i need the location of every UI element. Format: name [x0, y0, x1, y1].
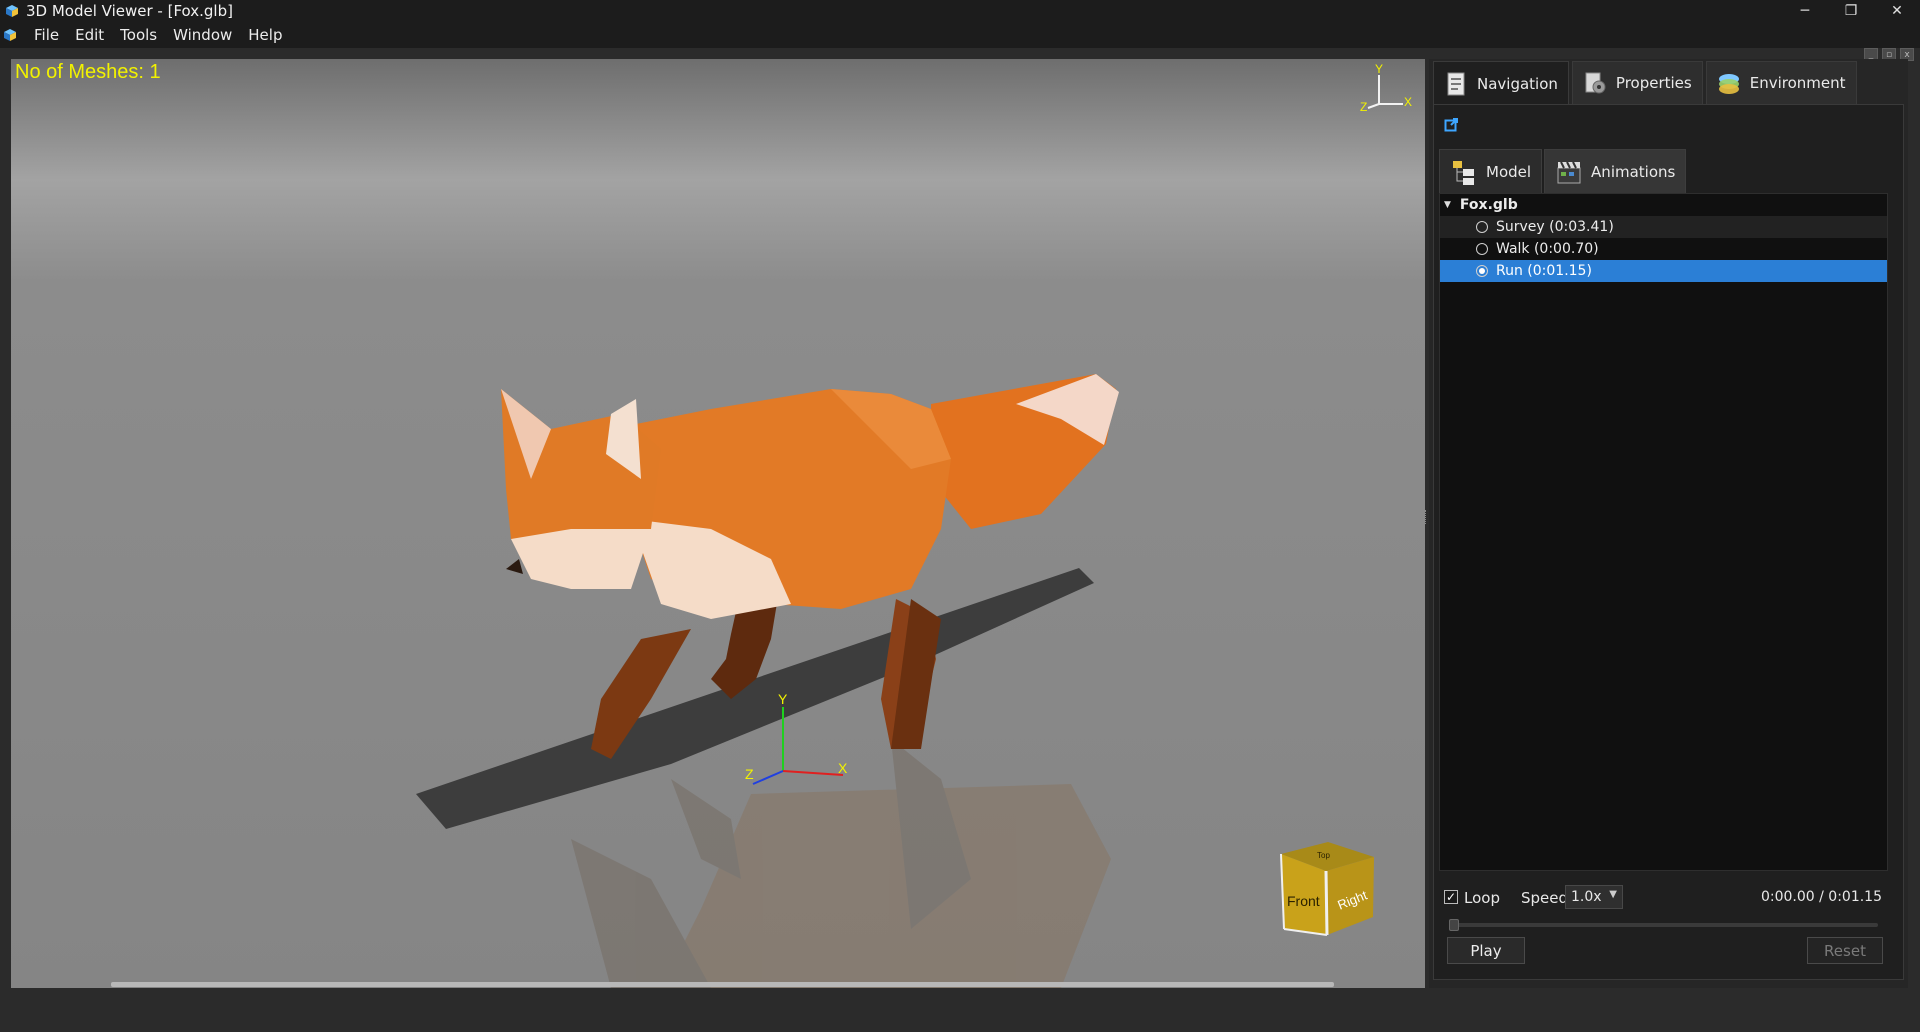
animation-walk-label: Walk (0:00.70) — [1496, 241, 1599, 257]
radio-walk[interactable] — [1476, 243, 1488, 255]
play-button[interactable]: Play — [1447, 937, 1525, 964]
radio-run[interactable] — [1476, 265, 1488, 277]
navigation-tab-content: Model Animations ▼ Fox.glb Survey (0:03.… — [1433, 104, 1904, 980]
menu-tools[interactable]: Tools — [112, 26, 165, 44]
axis-x-label: X — [838, 760, 848, 776]
properties-gear-icon — [1585, 72, 1606, 94]
close-button[interactable]: ✕ — [1874, 0, 1920, 22]
clapperboard-icon — [1557, 161, 1581, 183]
animation-run-label: Run (0:01.15) — [1496, 263, 1592, 279]
tab-navigation[interactable]: Navigation — [1433, 61, 1569, 105]
speed-label: Speed — [1521, 889, 1569, 907]
tab-environment[interactable]: Environment — [1705, 61, 1857, 104]
expand-arrow-icon[interactable]: ▼ — [1444, 200, 1451, 210]
animation-item-survey[interactable]: Survey (0:03.41) — [1440, 216, 1887, 238]
axis-y-label: Y — [778, 691, 788, 707]
side-panel: Navigation Properties Environment Model … — [1429, 59, 1908, 988]
axis-z-label: Z — [745, 766, 754, 782]
window-title: 3D Model Viewer - [Fox.glb] — [26, 2, 233, 20]
tab-animations-label: Animations — [1591, 162, 1676, 181]
menu-file[interactable]: File — [26, 26, 67, 44]
view-cube-front-label: Front — [1287, 893, 1320, 909]
environment-layers-icon — [1718, 74, 1739, 94]
radio-survey[interactable] — [1476, 221, 1488, 233]
animation-survey-label: Survey (0:03.41) — [1496, 219, 1614, 235]
tree-root-label: Fox.glb — [1459, 197, 1518, 213]
horizontal-scrollbar[interactable] — [111, 982, 1334, 987]
corner-axis-y-label: Y — [1375, 62, 1383, 76]
navigation-document-icon — [1447, 72, 1465, 95]
loop-label: Loop — [1464, 889, 1500, 907]
popout-icon[interactable] — [1444, 117, 1459, 132]
speed-value: 1.0x — [1571, 889, 1602, 905]
reset-button[interactable]: Reset — [1807, 937, 1883, 964]
corner-axis-x-label: X — [1404, 95, 1412, 109]
view-cube-top-label: Top — [1317, 851, 1330, 860]
app-cube-icon — [4, 29, 16, 41]
panel-tabs: Navigation Properties Environment — [1433, 61, 1860, 105]
loop-checkbox[interactable]: ✓ — [1444, 890, 1458, 904]
menu-window[interactable]: Window — [165, 26, 240, 44]
tab-model[interactable]: Model — [1439, 149, 1543, 193]
animation-item-walk[interactable]: Walk (0:00.70) — [1440, 238, 1887, 260]
menu-edit[interactable]: Edit — [67, 26, 112, 44]
chevron-down-icon: ▼ — [1609, 889, 1617, 900]
navigation-subtabs: Model Animations — [1439, 149, 1688, 193]
model-tree-icon — [1453, 160, 1474, 185]
view-cube[interactable]: Front Right Top — [1280, 842, 1374, 936]
tab-navigation-label: Navigation — [1477, 74, 1558, 93]
tab-model-label: Model — [1486, 162, 1532, 181]
tab-properties-label: Properties — [1615, 74, 1692, 92]
mesh-count-label: No of Meshes: 1 — [15, 61, 161, 83]
seek-slider-handle[interactable] — [1449, 919, 1459, 931]
menu-help[interactable]: Help — [240, 26, 290, 44]
playback-controls: ✓ Loop Speed 1.0x ▼ 0:00.00 / 0:01.15 Pl… — [1439, 881, 1888, 971]
tab-environment-label: Environment — [1749, 74, 1846, 92]
menu-bar: File Edit Tools Window Help _ ▫ x — [0, 22, 1920, 61]
title-bar: 3D Model Viewer - [Fox.glb] ─ ❐ ✕ — [0, 0, 1920, 22]
window-controls: ─ ❐ ✕ — [1782, 0, 1920, 22]
corner-axis-z-label: Z — [1360, 100, 1367, 114]
seek-slider-track[interactable] — [1449, 923, 1878, 927]
app-cube-icon — [6, 5, 18, 17]
tab-properties[interactable]: Properties — [1571, 61, 1703, 104]
speed-dropdown[interactable]: 1.0x ▼ — [1565, 885, 1623, 909]
animation-tree: ▼ Fox.glb Survey (0:03.41) Walk (0:00.70… — [1439, 193, 1888, 871]
minimize-button[interactable]: ─ — [1782, 0, 1828, 22]
scene-render: Y X Z Y X Z Front Right Top — [11, 59, 1425, 988]
tab-animations[interactable]: Animations — [1544, 149, 1687, 193]
restore-button[interactable]: ❐ — [1828, 0, 1874, 22]
tree-root-item[interactable]: ▼ Fox.glb — [1440, 194, 1887, 216]
time-readout: 0:00.00 / 0:01.15 — [1760, 889, 1882, 905]
3d-viewport[interactable]: Y X Z Y X Z Front Right Top No of Meshes… — [11, 59, 1425, 988]
panel-splitter-handle[interactable] — [1425, 510, 1428, 524]
animation-item-run[interactable]: Run (0:01.15) — [1440, 260, 1887, 282]
